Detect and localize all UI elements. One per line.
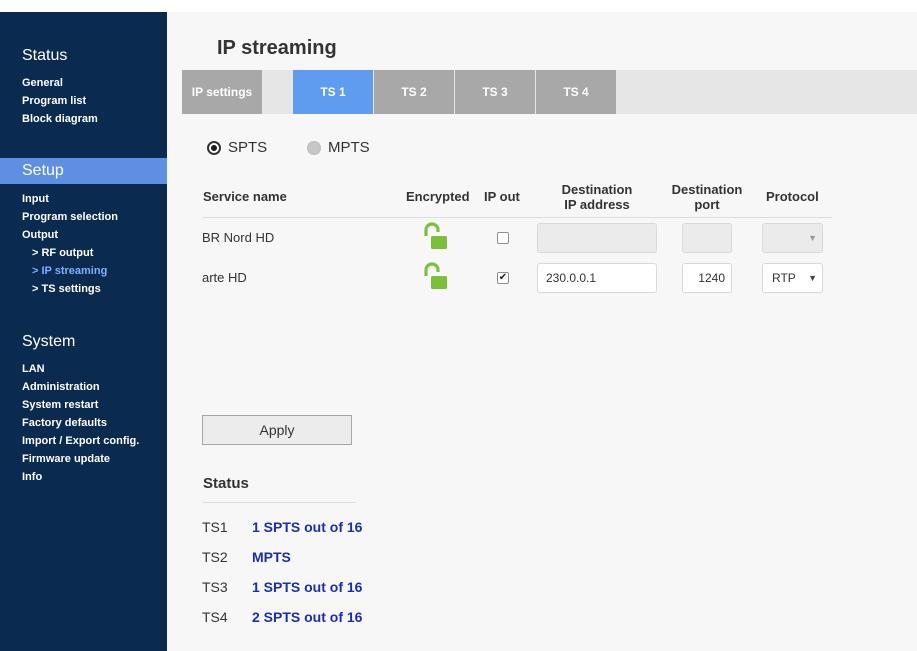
header-encrypted: Encrypted [406, 189, 470, 204]
status-ts4-value: 2 SPTS out of 16 [252, 609, 363, 625]
sidebar-section-status: Status [22, 47, 68, 64]
row1-destination-port-input[interactable] [682, 223, 732, 253]
header-protocol: Protocol [766, 189, 819, 204]
chevron-down-icon: ▼ [808, 273, 817, 283]
sidebar-item-program-selection[interactable]: Program selection [22, 211, 118, 223]
tab-ts3[interactable]: TS 3 [455, 70, 535, 114]
status-ts4-label: TS4 [202, 609, 228, 625]
sidebar-section-setup: Setup [0, 158, 167, 184]
tab-bar: IP settings TS 1 TS 2 TS 3 TS 4 [182, 70, 917, 114]
row2-service-name: arte HD [202, 270, 247, 285]
mode-radio-mpts[interactable]: MPTS [307, 139, 370, 156]
radio-unselected-icon [307, 140, 321, 155]
tab-ts4[interactable]: TS 4 [536, 70, 616, 114]
mode-radio-mpts-label: MPTS [328, 139, 370, 156]
row2-protocol-value: RTP [772, 271, 796, 285]
sidebar-item-factory-defaults[interactable]: Factory defaults [22, 417, 107, 429]
tab-ts1[interactable]: TS 1 [293, 70, 373, 114]
header-destination-ip: Destination IP address [537, 182, 657, 212]
header-divider [202, 217, 832, 218]
header-destination-port-line1: Destination [671, 182, 743, 197]
mode-radio-spts[interactable]: SPTS [207, 139, 267, 156]
row1-destination-ip-input[interactable] [537, 223, 657, 253]
unlocked-icon [424, 222, 447, 249]
page-title: IP streaming [217, 37, 337, 59]
mode-radio-spts-label: SPTS [228, 139, 268, 156]
sidebar-item-input[interactable]: Input [22, 193, 49, 205]
status-divider [202, 502, 356, 503]
sidebar-item-program-list[interactable]: Program list [22, 95, 86, 107]
sidebar-item-administration[interactable]: Administration [22, 381, 100, 393]
sidebar-item-import-export[interactable]: Import / Export config. [22, 435, 139, 447]
sidebar-section-system: System [22, 333, 76, 350]
sidebar-section-setup-label: Setup [22, 162, 64, 179]
header-destination-port-line2: port [694, 197, 720, 212]
radio-selected-icon [207, 140, 221, 155]
sidebar-item-lan[interactable]: LAN [22, 363, 45, 375]
row1-ip-out-checkbox[interactable] [497, 232, 509, 244]
checkmark-icon: ✔ [498, 272, 508, 283]
sidebar-item-block-diagram[interactable]: Block diagram [22, 113, 98, 125]
status-ts3-label: TS3 [202, 579, 228, 595]
header-destination-port: Destination port [667, 182, 747, 212]
status-ts1-label: TS1 [202, 519, 228, 535]
apply-button[interactable]: Apply [202, 415, 352, 445]
status-ts1-value: 1 SPTS out of 16 [252, 519, 363, 535]
unlocked-icon [424, 262, 447, 289]
sidebar-item-ip-streaming[interactable]: > IP streaming [32, 265, 107, 277]
row1-service-name: BR Nord HD [202, 230, 275, 245]
row1-protocol-select[interactable]: ▼ [762, 223, 823, 253]
sidebar-item-info[interactable]: Info [22, 471, 42, 483]
row2-destination-port-input[interactable]: 1240 [682, 263, 732, 293]
tab-ts2[interactable]: TS 2 [374, 70, 454, 114]
header-ip-out: IP out [484, 189, 520, 204]
row2-ip-out-checkbox[interactable]: ✔ [497, 272, 509, 284]
sidebar-item-general[interactable]: General [22, 77, 63, 89]
tab-ip-settings[interactable]: IP settings [182, 70, 262, 114]
row2-destination-ip-input[interactable]: 230.0.0.1 [537, 263, 657, 293]
main-panel: IP streaming IP settings TS 1 TS 2 TS 3 … [167, 12, 917, 651]
sidebar-item-firmware-update[interactable]: Firmware update [22, 453, 110, 465]
header-service-name: Service name [203, 189, 287, 204]
status-title: Status [203, 475, 249, 492]
sidebar-item-rf-output[interactable]: > RF output [32, 247, 93, 259]
sidebar-item-output[interactable]: Output [22, 229, 58, 241]
sidebar-item-system-restart[interactable]: System restart [22, 399, 98, 411]
status-ts3-value: 1 SPTS out of 16 [252, 579, 363, 595]
header-destination-ip-line2: IP address [564, 197, 630, 212]
sidebar: Status General Program list Block diagra… [0, 12, 167, 651]
sidebar-item-ts-settings[interactable]: > TS settings [32, 283, 101, 295]
chevron-down-icon: ▼ [808, 233, 817, 243]
row2-protocol-select[interactable]: RTP ▼ [762, 263, 823, 293]
header-destination-ip-line1: Destination [561, 182, 633, 197]
status-ts2-value: MPTS [252, 549, 291, 565]
status-ts2-label: TS2 [202, 549, 228, 565]
